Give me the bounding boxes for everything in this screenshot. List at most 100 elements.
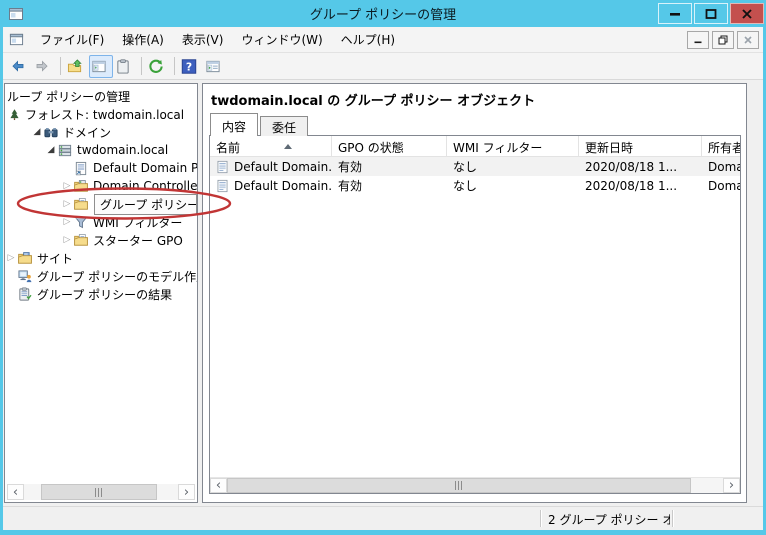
forward-button[interactable] <box>32 55 56 78</box>
expand-arrow-icon[interactable] <box>5 249 17 267</box>
modified-cell: 2020/08/18 1... <box>585 178 678 193</box>
tree-item-modeling[interactable]: グループ ポリシーのモデル作成 <box>5 267 197 285</box>
tree-item-domains[interactable]: ドメイン <box>5 123 197 141</box>
scrollbar-thumb[interactable] <box>41 484 157 500</box>
mdi-close-button[interactable] <box>737 30 759 49</box>
menu-view[interactable]: 表示(V) <box>173 27 233 52</box>
window-title: グループ ポリシーの管理 <box>309 8 457 23</box>
forward-icon <box>34 59 50 74</box>
refresh-button[interactable] <box>146 55 170 78</box>
scrollbar-thumb[interactable] <box>227 478 691 493</box>
column-header-owner[interactable]: 所有者 <box>702 136 740 156</box>
column-header-label: 名前 <box>216 141 241 155</box>
minimize-button[interactable] <box>658 3 692 24</box>
minimize-icon <box>670 12 680 16</box>
console-window-button[interactable] <box>89 54 113 78</box>
tree-horizontal-scrollbar[interactable] <box>7 484 195 500</box>
wmi-filter-icon <box>73 215 89 230</box>
column-header-gpo-status[interactable]: GPO の状態 <box>332 136 447 156</box>
tab-strip: 内容 委任 <box>203 112 746 136</box>
expand-arrow-icon[interactable] <box>61 177 73 195</box>
status-object-count: 2 グループ ポリシー オブジェ <box>548 513 670 527</box>
tree-item-twdomain[interactable]: twdomain.local <box>5 141 197 159</box>
table-row[interactable]: Default Domain... 有効 なし 2020/08/18 1... … <box>210 157 740 176</box>
tree-item-results[interactable]: グループ ポリシーの結果 <box>5 285 197 303</box>
scroll-left-button[interactable] <box>7 484 24 500</box>
menu-file[interactable]: ファイル(F) <box>31 27 113 52</box>
scroll-right-button[interactable] <box>178 484 195 500</box>
tree-item-label: Domain Controllers <box>93 179 198 193</box>
scroll-left-button[interactable] <box>210 478 227 493</box>
table-row[interactable]: Default Domain... 有効 なし 2020/08/18 1... … <box>210 176 740 195</box>
sites-folder-icon <box>17 251 33 266</box>
content-title: twdomain.local の グループ ポリシー オブジェクト <box>211 94 536 109</box>
close-icon <box>742 8 752 19</box>
scrollbar-track[interactable] <box>227 478 723 493</box>
tree-item-group-policy-objects[interactable]: グループ ポリシー オブジェクト <box>5 193 197 215</box>
column-header-wmi-filter[interactable]: WMI フィルター <box>447 136 579 156</box>
maximize-button[interactable] <box>694 3 728 24</box>
scroll-right-button[interactable] <box>723 478 740 493</box>
sort-ascending-icon <box>284 144 292 149</box>
tree-item-default-domain-policy[interactable]: Default Domain Poli <box>5 159 197 177</box>
toolbar-separator <box>60 57 61 75</box>
toolbar-separator <box>141 57 142 75</box>
forest-icon <box>8 107 21 122</box>
tree-item-label: twdomain.local <box>77 143 169 157</box>
tree-item-label: フォレスト: twdomain.local <box>25 107 185 122</box>
up-folder-icon <box>67 58 83 74</box>
mdi-minimize-button[interactable] <box>687 30 709 49</box>
column-header-name[interactable]: 名前 <box>210 136 332 156</box>
tree-item-label: グループ ポリシー オブジェクト <box>94 193 197 215</box>
owner-cell: Doma <box>708 159 740 174</box>
expand-arrow-icon[interactable] <box>61 195 73 213</box>
help-icon: ? <box>181 58 197 74</box>
gpo-status-cell: 有効 <box>338 179 363 193</box>
toolbar: ? <box>3 53 763 80</box>
tree-item-wmi-filters[interactable]: WMI フィルター <box>5 213 197 231</box>
scrollbar-track[interactable] <box>24 484 178 500</box>
tree-item-label: ループ ポリシーの管理 <box>7 89 131 104</box>
gpo-link-icon <box>73 161 89 176</box>
gpmc-window: グループ ポリシーの管理 ファイル(F) 操作(A) 表示(V) ウィンドウ(W… <box>0 0 766 535</box>
up-one-level-button[interactable] <box>65 55 89 78</box>
expand-arrow-icon[interactable] <box>31 123 43 141</box>
menu-action[interactable]: 操作(A) <box>113 27 173 52</box>
back-icon <box>10 59 26 74</box>
tab-delegation[interactable]: 委任 <box>260 116 309 136</box>
menu-window[interactable]: ウィンドウ(W) <box>232 27 331 52</box>
ou-folder-icon <box>73 179 89 194</box>
content-panel: twdomain.local の グループ ポリシー オブジェクト 内容 委任 … <box>202 83 747 503</box>
mdi-restore-icon <box>718 35 728 44</box>
tree-item-forest[interactable]: フォレスト: twdomain.local <box>5 105 197 123</box>
tree-item-root[interactable]: ループ ポリシーの管理 <box>5 87 197 105</box>
tree-item-domain-controllers[interactable]: Domain Controllers <box>5 177 197 195</box>
column-header-modified[interactable]: 更新日時 <box>579 136 702 156</box>
domain-icon <box>57 143 73 158</box>
title-bar[interactable]: グループ ポリシーの管理 <box>0 0 766 27</box>
owner-cell: Doma <box>708 178 740 193</box>
menu-help[interactable]: ヘルプ(H) <box>332 27 404 52</box>
expand-arrow-icon[interactable] <box>61 213 73 231</box>
expand-arrow-icon[interactable] <box>45 141 57 159</box>
gpo-name-cell: Default Domain... <box>210 160 332 174</box>
help-button[interactable]: ? <box>179 55 203 78</box>
refresh-icon <box>148 59 164 74</box>
back-button[interactable] <box>8 55 32 78</box>
wmi-filter-cell: なし <box>453 160 478 174</box>
tree-item-starter-gpo[interactable]: スターター GPO <box>5 231 197 249</box>
close-button[interactable] <box>730 3 764 24</box>
show-console-tree-button[interactable] <box>203 55 227 78</box>
tree-item-label: グループ ポリシーの結果 <box>37 287 173 302</box>
expand-arrow-icon[interactable] <box>61 231 73 249</box>
status-bar: 2 グループ ポリシー オブジェ <box>3 506 763 530</box>
tree-item-sites[interactable]: サイト <box>5 249 197 267</box>
main-area: ループ ポリシーの管理 フォレスト: twdomain.local ドメイン <box>3 81 763 506</box>
mdi-restore-button[interactable] <box>712 30 734 49</box>
list-horizontal-scrollbar[interactable] <box>210 477 740 493</box>
tree-item-label: Default Domain Poli <box>93 161 198 175</box>
clipboard-button[interactable] <box>113 55 137 78</box>
tab-contents[interactable]: 内容 <box>210 113 259 136</box>
mdi-close-icon <box>744 35 752 44</box>
console-tree-panel: ループ ポリシーの管理 フォレスト: twdomain.local ドメイン <box>4 83 198 503</box>
